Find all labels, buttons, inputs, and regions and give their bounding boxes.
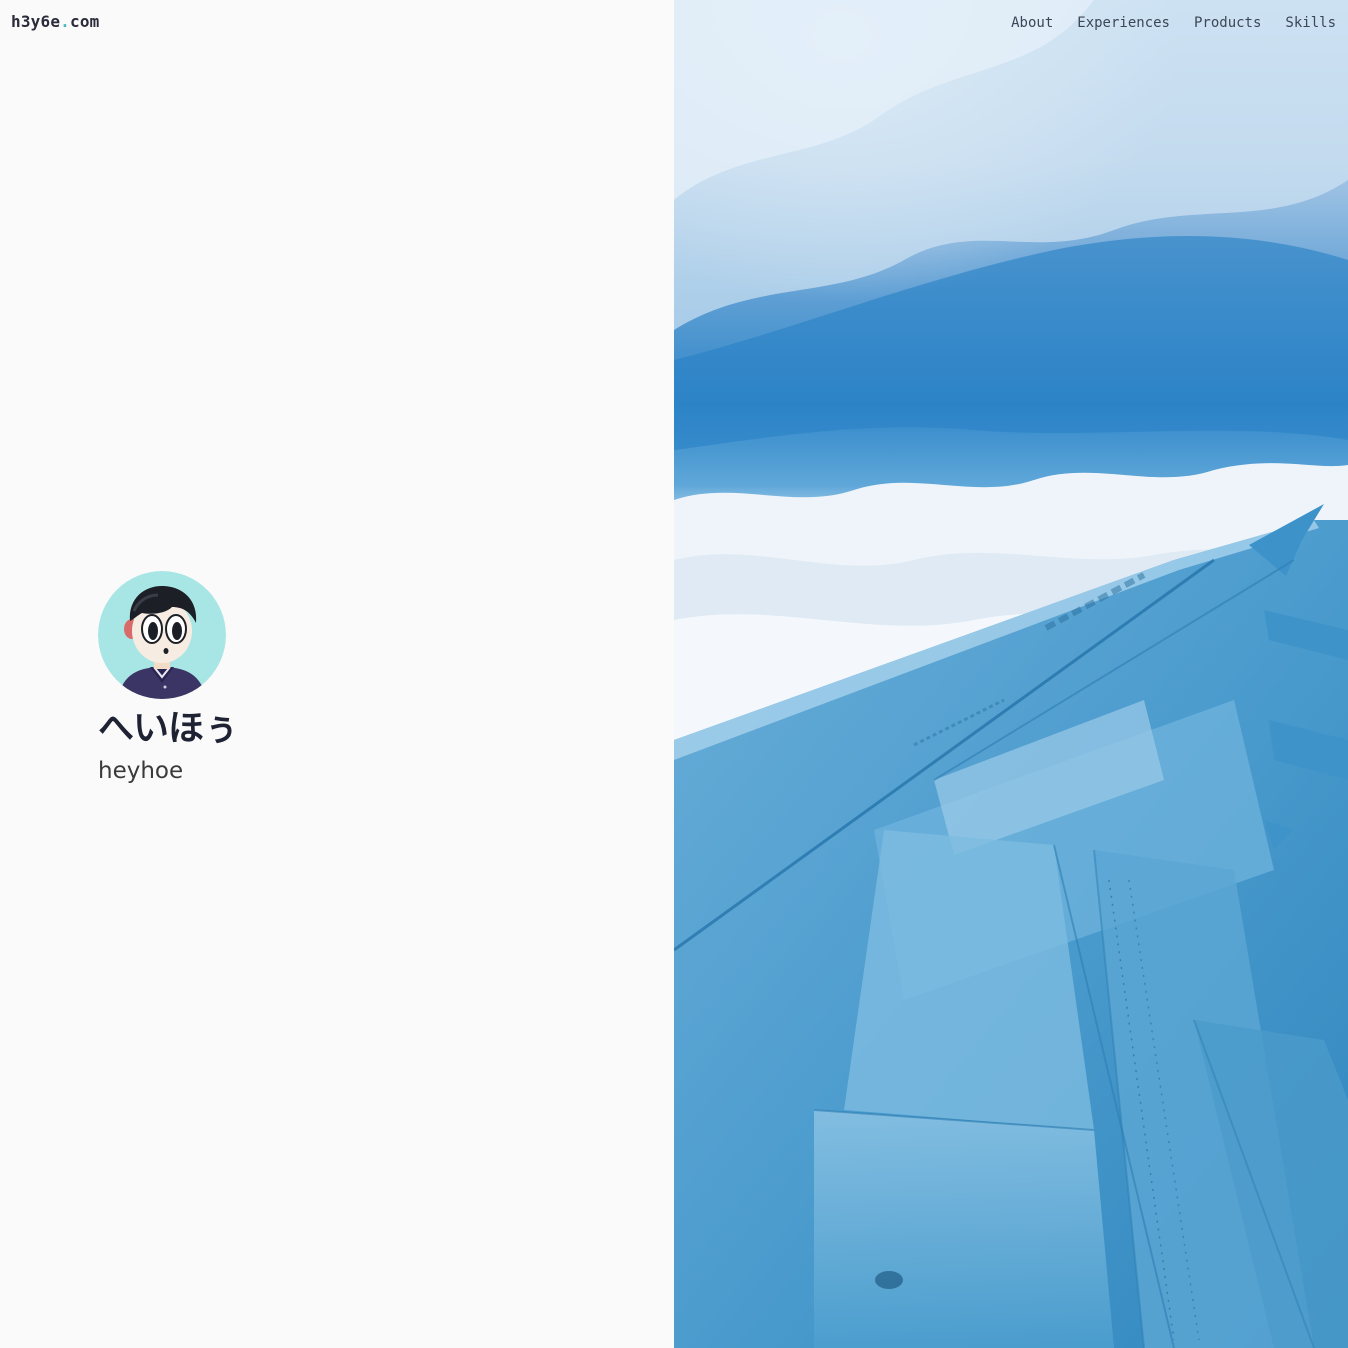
logo-tld: com (70, 12, 100, 31)
avatar (98, 571, 226, 699)
profile: へいほぅ heyhoe (98, 571, 398, 785)
logo-main: h3y6e (11, 12, 61, 31)
nav-link-experiences[interactable]: Experiences (1077, 14, 1170, 32)
nav-link-products[interactable]: Products (1194, 14, 1261, 32)
right-panel: About Experiences Products Skills (674, 0, 1348, 1348)
name-english: heyhoe (98, 758, 184, 784)
name-japanese: へいほぅ (98, 708, 239, 749)
left-panel: h3y6e.com へいほぅ heyhoe (0, 0, 674, 1348)
nav-link-skills[interactable]: Skills (1285, 14, 1336, 32)
site-logo-link[interactable]: h3y6e.com (11, 12, 100, 31)
page: h3y6e.com へいほぅ heyhoe About Experiences … (0, 0, 1348, 1348)
main-nav: About Experiences Products Skills (987, 14, 1336, 32)
logo-dot: . (60, 12, 71, 31)
hero-photo (674, 0, 1348, 1348)
nav-link-about[interactable]: About (1011, 14, 1053, 32)
